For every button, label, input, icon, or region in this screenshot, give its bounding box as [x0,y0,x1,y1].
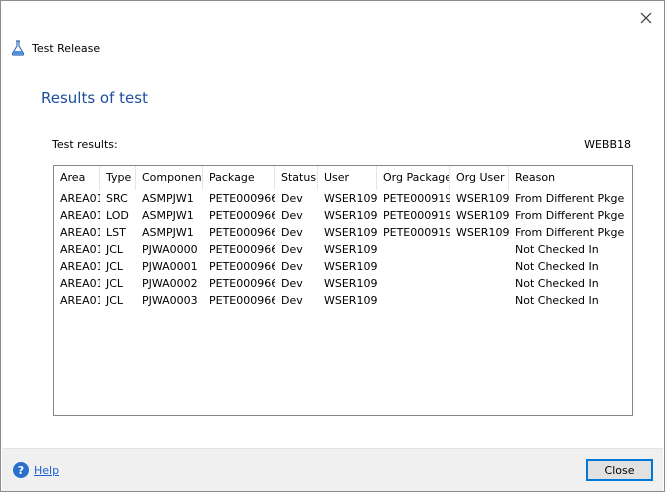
window-title-bar: Test Release [10,39,100,57]
column-header[interactable]: Package [203,166,275,190]
list-header: Area Type Component Package Status User Org Pa… [54,166,632,190]
table-cell: Dev [281,260,303,273]
table-cell: Not Checked In [515,277,599,290]
help-label[interactable]: Help [34,464,59,477]
table-row[interactable]: AREA01 JCL PJWA0000 PETE000966 Dev WSER109 Not… [54,241,632,258]
table-cell: PJWA0001 [142,260,198,273]
table-cell: PETE000919 [383,192,450,205]
table-row[interactable]: AREA01 LST ASMPJW1 PETE000966 Dev WSER109 PETE… [54,224,632,241]
table-cell: JCL [106,260,124,273]
window-title: Test Release [32,41,101,55]
column-header[interactable]: User [318,166,377,190]
column-header[interactable]: Org User [450,166,509,190]
table-row[interactable]: AREA01 JCL PJWA0003 PETE000966 Dev WSER109 Not… [54,292,632,309]
table-row[interactable]: AREA01 LOD ASMPJW1 PETE000966 Dev WSER109 PETE… [54,207,632,224]
flask-icon [10,40,26,56]
table-cell: JCL [106,277,124,290]
table-cell: Dev [281,277,303,290]
table-cell: WSER109 [324,192,377,205]
close-button[interactable]: Close [586,459,653,481]
table-row[interactable]: AREA01 JCL PJWA0002 PETE000966 Dev WSER109 Not… [54,275,632,292]
column-header[interactable]: Component [136,166,203,190]
table-cell: Dev [281,243,303,256]
table-cell: LST [106,226,126,239]
dialog-footer: ? Help Close [2,448,663,491]
results-list[interactable]: Area Type Component Package Status User Org Pa… [53,165,633,416]
close-icon[interactable] [633,7,659,29]
table-cell: PETE000966 [209,209,275,222]
dialog-window: Test Release Results of test Test result… [0,0,665,492]
table-cell: WSER109 [456,192,509,205]
table-cell: PETE000966 [209,294,275,307]
table-row[interactable]: AREA01 SRC ASMPJW1 PETE000966 Dev WSER109 PETE… [54,190,632,207]
table-cell: PETE000966 [209,243,275,256]
table-cell: AREA01 [60,260,100,273]
table-cell: WSER109 [324,226,377,239]
table-cell [450,275,509,292]
table-cell: AREA01 [60,294,100,307]
table-cell: LOD [106,209,129,222]
table-cell [377,241,450,258]
table-cell: Not Checked In [515,243,599,256]
table-cell: WSER109 [456,226,509,239]
help-link[interactable]: ? Help [13,461,59,479]
table-cell: JCL [106,243,124,256]
table-row[interactable]: AREA01 JCL PJWA0001 PETE000966 Dev WSER109 Not… [54,258,632,275]
table-cell [450,258,509,275]
table-cell: ASMPJW1 [142,226,194,239]
table-cell: Not Checked In [515,260,599,273]
table-cell: ASMPJW1 [142,209,194,222]
table-cell: WSER109 [324,294,377,307]
table-cell: PETE000966 [209,277,275,290]
table-cell [450,292,509,309]
table-cell: Dev [281,192,303,205]
page-title: Results of test [41,89,148,107]
table-cell: ASMPJW1 [142,192,194,205]
table-cell: Dev [281,294,303,307]
table-cell [377,292,450,309]
table-cell: WSER109 [456,209,509,222]
table-cell: AREA01 [60,209,100,222]
table-cell: PETE000966 [209,260,275,273]
table-cell [377,258,450,275]
host-name-label: WEBB18 [584,138,631,151]
column-header[interactable]: Status [275,166,318,190]
table-cell: PJWA0002 [142,277,198,290]
table-cell [377,275,450,292]
table-cell: WSER109 [324,277,377,290]
table-cell: PETE000966 [209,226,275,239]
table-cell: PJWA0003 [142,294,198,307]
table-cell: PETE000919 [383,226,450,239]
table-cell [450,241,509,258]
table-cell: PETE000919 [383,209,450,222]
table-cell: From Different Pkge [515,226,625,239]
test-results-label: Test results: [52,138,118,151]
table-cell: PETE000966 [209,192,275,205]
table-cell: WSER109 [324,209,377,222]
table-cell: SRC [106,192,128,205]
table-cell: From Different Pkge [515,209,625,222]
table-cell: Dev [281,226,303,239]
table-cell: From Different Pkge [515,192,625,205]
table-cell: PJWA0000 [142,243,198,256]
table-cell: WSER109 [324,260,377,273]
column-header[interactable]: Area [54,166,100,190]
table-cell: Not Checked In [515,294,599,307]
table-cell: AREA01 [60,243,100,256]
column-header[interactable]: Reason [509,166,632,190]
table-cell: AREA01 [60,192,100,205]
help-icon: ? [13,462,29,478]
table-cell: WSER109 [324,243,377,256]
column-header[interactable]: Type [100,166,136,190]
column-header[interactable]: Org Package [377,166,450,190]
table-cell: Dev [281,209,303,222]
table-cell: JCL [106,294,124,307]
table-cell: AREA01 [60,226,100,239]
table-cell: AREA01 [60,277,100,290]
list-body: AREA01 SRC ASMPJW1 PETE000966 Dev WSER109 PETE… [54,190,632,309]
